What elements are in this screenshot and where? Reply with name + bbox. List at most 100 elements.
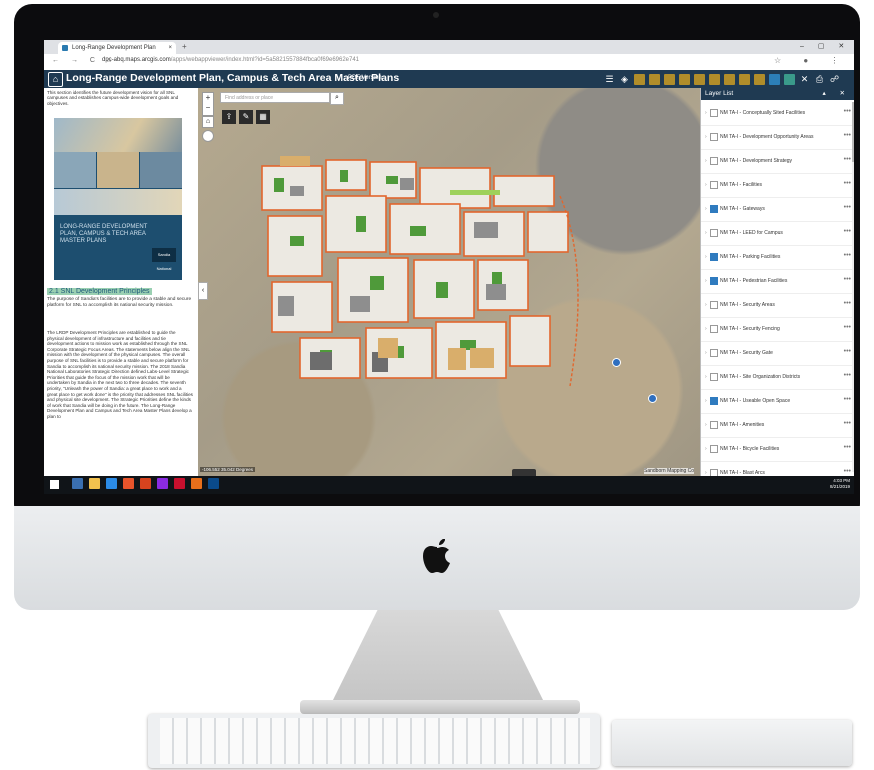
widget-4-icon[interactable]	[679, 73, 690, 85]
expand-arrow-icon[interactable]: ›	[705, 398, 707, 404]
more-options-icon[interactable]: •••	[844, 132, 851, 139]
search-icon[interactable]: ⌕	[330, 92, 344, 105]
layer-row[interactable]: › NM TA-I - LEED for Campus •••	[701, 222, 854, 246]
more-options-icon[interactable]: •••	[844, 228, 851, 235]
widget-7-icon[interactable]	[724, 73, 735, 85]
home-icon[interactable]: ⌂	[202, 116, 214, 128]
more-options-icon[interactable]: •••	[844, 300, 851, 307]
layer-row[interactable]: › NM TA-I - Site Organization Districts ••…	[701, 366, 854, 390]
tools-icon[interactable]: ✕	[799, 74, 810, 85]
expand-arrow-icon[interactable]: ›	[705, 254, 707, 260]
panel-controls[interactable]: ▴ ✕	[822, 88, 851, 100]
basemap-icon[interactable]: ▦	[256, 110, 270, 124]
print-icon[interactable]: ⎙	[814, 74, 825, 85]
layer-row[interactable]: › NM TA-I - Useable Open Space •••	[701, 390, 854, 414]
layer-row[interactable]: › NM TA-I - Bicycle Facilities •••	[701, 438, 854, 462]
expand-arrow-icon[interactable]: ›	[705, 422, 707, 428]
widget-1-icon[interactable]	[634, 73, 645, 85]
more-options-icon[interactable]: •••	[844, 444, 851, 451]
tab-close-icon[interactable]: ×	[168, 42, 172, 54]
expand-arrow-icon[interactable]: ›	[705, 230, 707, 236]
more-options-icon[interactable]: •••	[844, 324, 851, 331]
more-options-icon[interactable]: •••	[844, 348, 851, 355]
expand-arrow-icon[interactable]: ›	[705, 134, 707, 140]
draw-icon[interactable]: ✎	[239, 110, 253, 124]
widget-5-icon[interactable]	[694, 73, 705, 85]
taskbar-app-icon[interactable]	[191, 478, 202, 489]
layer-row[interactable]: › NM TA-I - Blast Arcs •••	[701, 462, 854, 476]
layer-row[interactable]: › NM TA-I - Parking Facilities •••	[701, 246, 854, 270]
taskbar-app-icon[interactable]	[106, 478, 117, 489]
collapse-panel-icon[interactable]: ‹	[198, 282, 208, 300]
more-options-icon[interactable]: •••	[844, 252, 851, 259]
pdf-version-link[interactable]: PDF Version	[348, 75, 382, 81]
more-options-icon[interactable]: •••	[844, 108, 851, 115]
locate-icon[interactable]	[202, 130, 214, 142]
search-input[interactable]: Find address or place	[220, 92, 330, 103]
more-options-icon[interactable]: •••	[844, 204, 851, 211]
taskbar-app-icon[interactable]	[208, 478, 219, 489]
taskbar-app-icon[interactable]	[123, 478, 134, 489]
more-options-icon[interactable]: •••	[844, 468, 851, 475]
layer-row[interactable]: › NM TA-I - Conceptually Sited Facilities…	[701, 102, 854, 126]
more-options-icon[interactable]: •••	[844, 276, 851, 283]
widget-8-icon[interactable]	[739, 73, 750, 85]
layer-checkbox[interactable]	[710, 397, 718, 405]
expand-arrow-icon[interactable]: ›	[705, 110, 707, 116]
layer-checkbox[interactable]	[710, 421, 718, 429]
more-options-icon[interactable]: •••	[844, 420, 851, 427]
layer-row[interactable]: › NM TA-I - Development Strategy •••	[701, 150, 854, 174]
expand-arrow-icon[interactable]: ›	[705, 326, 707, 332]
window-controls[interactable]: – ▢ ✕	[800, 42, 850, 50]
windows-start-icon[interactable]	[50, 480, 59, 489]
expand-arrow-icon[interactable]: ›	[705, 206, 707, 212]
expand-arrow-icon[interactable]: ›	[705, 182, 707, 188]
url-field[interactable]: dpc-abq.maps.arcgis.com/apps/webappviewe…	[102, 57, 359, 63]
list-icon[interactable]: ☰	[604, 74, 615, 85]
expand-arrow-icon[interactable]: ›	[705, 158, 707, 164]
layer-checkbox[interactable]	[710, 205, 718, 213]
layer-checkbox[interactable]	[710, 325, 718, 333]
more-options-icon[interactable]: •••	[844, 156, 851, 163]
map-view[interactable]	[198, 88, 700, 476]
share-icon[interactable]: ☍	[829, 74, 840, 85]
layer-checkbox[interactable]	[710, 301, 718, 309]
layer-checkbox[interactable]	[710, 445, 718, 453]
browser-tab[interactable]: Long-Range Development Plan ×	[58, 42, 176, 54]
layer-checkbox[interactable]	[710, 277, 718, 285]
expand-arrow-icon[interactable]: ›	[705, 350, 707, 356]
layer-row[interactable]: › NM TA-I - Development Opportunity Areas…	[701, 126, 854, 150]
expand-arrow-icon[interactable]: ›	[705, 446, 707, 452]
layer-row[interactable]: › NM TA-I - Security Areas •••	[701, 294, 854, 318]
layer-checkbox[interactable]	[710, 157, 718, 165]
layer-checkbox[interactable]	[710, 373, 718, 381]
gateway-marker-icon[interactable]	[612, 358, 621, 367]
layers-icon[interactable]: ◈	[619, 74, 630, 85]
attribute-table-handle[interactable]	[512, 469, 536, 476]
more-options-icon[interactable]: •••	[844, 180, 851, 187]
tool-button[interactable]: ⇪	[222, 110, 236, 124]
widget-2-icon[interactable]	[649, 73, 660, 85]
layer-checkbox[interactable]	[710, 349, 718, 357]
layer-checkbox[interactable]	[710, 469, 718, 476]
taskbar-app-icon[interactable]	[140, 478, 151, 489]
widget-3-icon[interactable]	[664, 73, 675, 85]
taskbar-app-icon[interactable]	[72, 478, 83, 489]
layer-row[interactable]: › NM TA-I - Amenities •••	[701, 414, 854, 438]
gateway-marker-icon[interactable]	[648, 394, 657, 403]
widget-10-icon[interactable]	[769, 73, 780, 85]
new-tab-button[interactable]: +	[182, 42, 187, 51]
layer-checkbox[interactable]	[710, 133, 718, 141]
browser-toolbar-icons[interactable]: ☆ ● ⋮	[774, 56, 848, 65]
taskbar-app-icon[interactable]	[89, 478, 100, 489]
layer-row[interactable]: › NM TA-I - Security Gate •••	[701, 342, 854, 366]
taskbar-app-icon[interactable]	[174, 478, 185, 489]
layer-checkbox[interactable]	[710, 253, 718, 261]
layer-row[interactable]: › NM TA-I - Gateways •••	[701, 198, 854, 222]
layer-checkbox[interactable]	[710, 109, 718, 117]
layer-row[interactable]: › NM TA-I - Security Fencing •••	[701, 318, 854, 342]
more-options-icon[interactable]: •••	[844, 372, 851, 379]
scrollbar-thumb[interactable]	[852, 102, 854, 162]
widget-6-icon[interactable]	[709, 73, 720, 85]
layer-checkbox[interactable]	[710, 229, 718, 237]
